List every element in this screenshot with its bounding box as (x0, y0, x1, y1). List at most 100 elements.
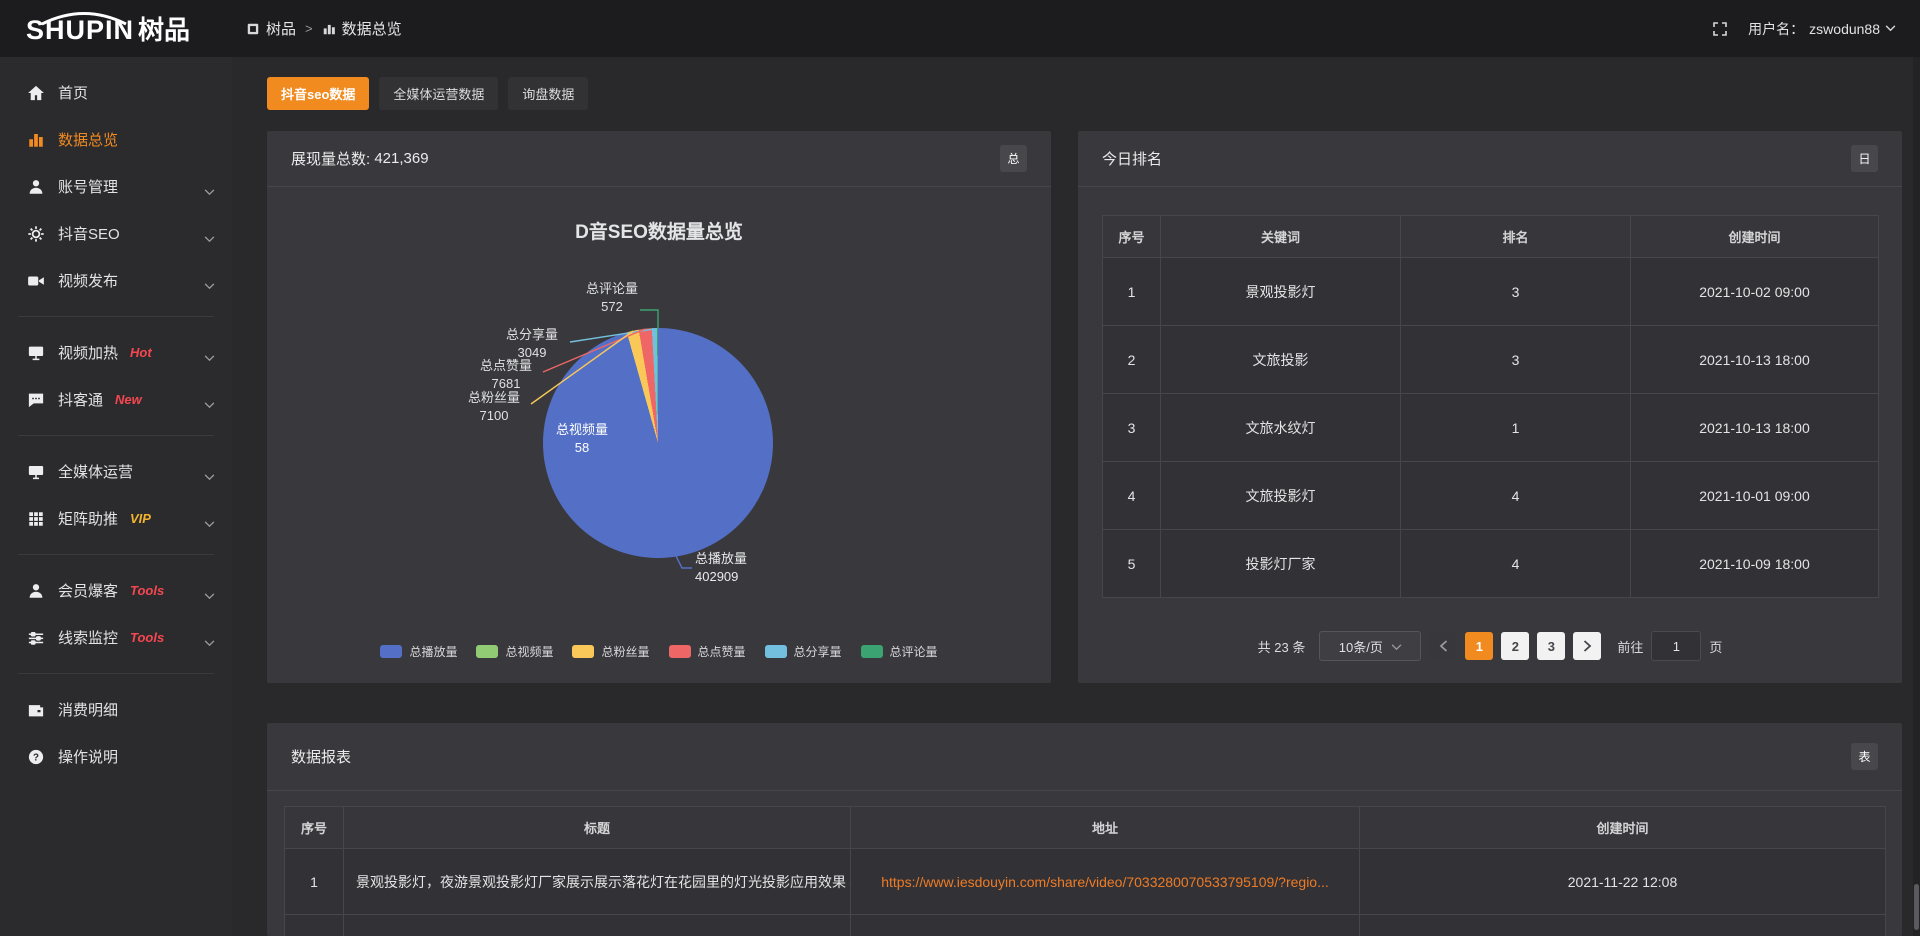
day-view-button[interactable]: 日 (1851, 145, 1878, 172)
legend-item-总粉丝量[interactable]: 总粉丝量 (572, 643, 649, 660)
logo-text-cn: 树品 (138, 10, 190, 47)
legend-label: 总分享量 (794, 643, 842, 660)
sidebar-item-全媒体运营[interactable]: 全媒体运营 (0, 448, 232, 495)
sidebar-item-label: 矩阵助推 (58, 508, 118, 529)
legend-label: 总评论量 (890, 643, 938, 660)
goto-suffix: 页 (1709, 637, 1722, 656)
sliders-icon (27, 629, 45, 647)
scrollbar (1913, 57, 1920, 936)
sidebar-item-线索监控[interactable]: 线索监控Tools (0, 614, 232, 661)
rank-table: 序号关键词排名创建时间 1景观投影灯32021-10-02 09:002文旅投影… (1102, 215, 1879, 598)
rank-cell: 文旅投影灯 (1161, 462, 1401, 530)
monitor-icon (27, 344, 45, 362)
tab-抖音seo数据[interactable]: 抖音seo数据 (267, 77, 369, 110)
sidebar-divider (18, 316, 214, 317)
page-button-3[interactable]: 3 (1537, 632, 1565, 660)
pie-label-comments: 总评论量 572 (552, 280, 672, 316)
rank-panel-header: 今日排名 日 (1078, 131, 1902, 187)
sidebar-item-抖音SEO[interactable]: 抖音SEO (0, 210, 232, 257)
sidebar-divider (18, 554, 214, 555)
rank-cell: 4 (1103, 462, 1161, 530)
total-view-button[interactable]: 总 (1000, 145, 1027, 172)
sidebar-item-label: 全媒体运营 (58, 461, 133, 482)
rank-cell: 4 (1401, 530, 1631, 598)
user-menu[interactable]: 用户名： zswodun88 (1748, 19, 1896, 39)
report-cell (851, 915, 1360, 936)
legend-item-总播放量[interactable]: 总播放量 (380, 643, 457, 660)
pie-label-video: 总视频量 58 (522, 421, 642, 457)
legend-swatch (572, 645, 594, 658)
page-button-2[interactable]: 2 (1501, 632, 1529, 660)
rank-panel-title: 今日排名 (1102, 148, 1162, 169)
sidebar-item-操作说明[interactable]: ?操作说明 (0, 733, 232, 780)
douyin-seo-panel: 展现量总数: 421,369 总 D音SEO数据量总览 总评论量 572 总分享… (267, 131, 1051, 683)
report-cell (285, 915, 344, 936)
rank-cell: 投影灯厂家 (1161, 530, 1401, 598)
sidebar-badge-New: New (115, 392, 142, 407)
breadcrumb-current[interactable]: 数据总览 (322, 18, 402, 39)
tab-全媒体运营数据[interactable]: 全媒体运营数据 (379, 77, 498, 110)
sidebar-item-label: 线索监控 (58, 627, 118, 648)
sidebar-item-抖客通[interactable]: 抖客通 New (0, 376, 232, 423)
sidebar-item-会员爆客[interactable]: 会员爆客Tools (0, 567, 232, 614)
report-cell-url: https://www.iesdouyin.com/share/video/70… (851, 849, 1360, 915)
table-view-button[interactable]: 表 (1851, 743, 1878, 770)
sidebar-item-首页[interactable]: 首页 (0, 69, 232, 116)
user-icon (27, 582, 45, 600)
seo-panel-header: 展现量总数: 421,369 总 (267, 131, 1051, 187)
pie-chart-title: D音SEO数据量总览 (267, 217, 1051, 244)
rank-row: 5投影灯厂家42021-10-09 18:00 (1103, 530, 1879, 598)
impressions-value: 421,369 (374, 150, 428, 167)
report-url-link[interactable]: https://www.iesdouyin.com/share/video/70… (881, 874, 1329, 890)
legend-item-总点赞量[interactable]: 总点赞量 (669, 643, 746, 660)
legend-item-总评论量[interactable]: 总评论量 (861, 643, 938, 660)
legend-swatch (765, 645, 787, 658)
scrollbar-thumb[interactable] (1914, 884, 1919, 930)
impressions-label: 展现量总数: (291, 148, 370, 169)
legend-item-总分享量[interactable]: 总分享量 (765, 643, 842, 660)
rank-cell: 文旅水纹灯 (1161, 394, 1401, 462)
sidebar-item-label: 抖客通 (58, 389, 103, 410)
sidebar-item-数据总览[interactable]: 数据总览 (0, 116, 232, 163)
next-page-button[interactable] (1573, 632, 1601, 660)
rank-col-序号: 序号 (1103, 216, 1161, 258)
sidebar-item-label: 账号管理 (58, 176, 118, 197)
rank-col-创建时间: 创建时间 (1631, 216, 1879, 258)
prev-page-button[interactable] (1429, 632, 1457, 660)
legend-item-总视频量[interactable]: 总视频量 (476, 643, 553, 660)
user-icon (27, 178, 45, 196)
page-size-select[interactable]: 10条/页 (1319, 631, 1421, 661)
today-rank-panel: 今日排名 日 序号关键词排名创建时间 1景观投影灯32021-10-02 09:… (1078, 131, 1902, 683)
sidebar-badge-Tools: Tools (130, 583, 164, 598)
report-panel-header: 数据报表 表 (267, 723, 1902, 791)
breadcrumb-home[interactable]: 树品 (246, 18, 296, 39)
sidebar-item-视频加热[interactable]: 视频加热Hot (0, 329, 232, 376)
rank-cell: 2021-10-13 18:00 (1631, 326, 1879, 394)
sidebar-item-消费明细[interactable]: 消费明细 (0, 686, 232, 733)
report-cell-created: 2021-11-22 12:08 (1360, 849, 1886, 915)
tab-bar: 抖音seo数据全媒体运营数据询盘数据 (267, 77, 588, 110)
report-table-header: 序号标题地址创建时间 (285, 807, 1886, 849)
report-col-序号: 序号 (285, 807, 344, 849)
goto-label: 前往 (1617, 637, 1643, 656)
chevron-down-icon (204, 587, 215, 604)
sidebar-item-label: 数据总览 (58, 129, 118, 150)
logo-arc-icon (38, 11, 130, 26)
sidebar-item-矩阵助推[interactable]: 矩阵助推VIP (0, 495, 232, 542)
rank-row: 3文旅水纹灯12021-10-13 18:00 (1103, 394, 1879, 462)
page-button-1[interactable]: 1 (1465, 632, 1493, 660)
legend-swatch (861, 645, 883, 658)
sidebar-divider (18, 435, 214, 436)
tab-询盘数据[interactable]: 询盘数据 (508, 77, 588, 110)
pie-legend: 总播放量 总视频量 总粉丝量 总点赞量 总分享量 总评论量 (267, 643, 1051, 660)
sidebar-item-视频发布[interactable]: 视频发布 (0, 257, 232, 304)
report-cell (344, 915, 851, 936)
fullscreen-icon[interactable] (1712, 21, 1728, 37)
rank-cell: 2021-10-09 18:00 (1631, 530, 1879, 598)
sidebar-item-账号管理[interactable]: 账号管理 (0, 163, 232, 210)
username-label: 用户名： (1748, 19, 1804, 39)
rank-cell: 2021-10-01 09:00 (1631, 462, 1879, 530)
rank-cell: 5 (1103, 530, 1161, 598)
sidebar: 首页数据总览账号管理抖音SEO视频发布视频加热Hot 抖客通 New 全媒体运营矩阵助… (0, 57, 232, 936)
goto-page-input[interactable] (1651, 631, 1701, 661)
